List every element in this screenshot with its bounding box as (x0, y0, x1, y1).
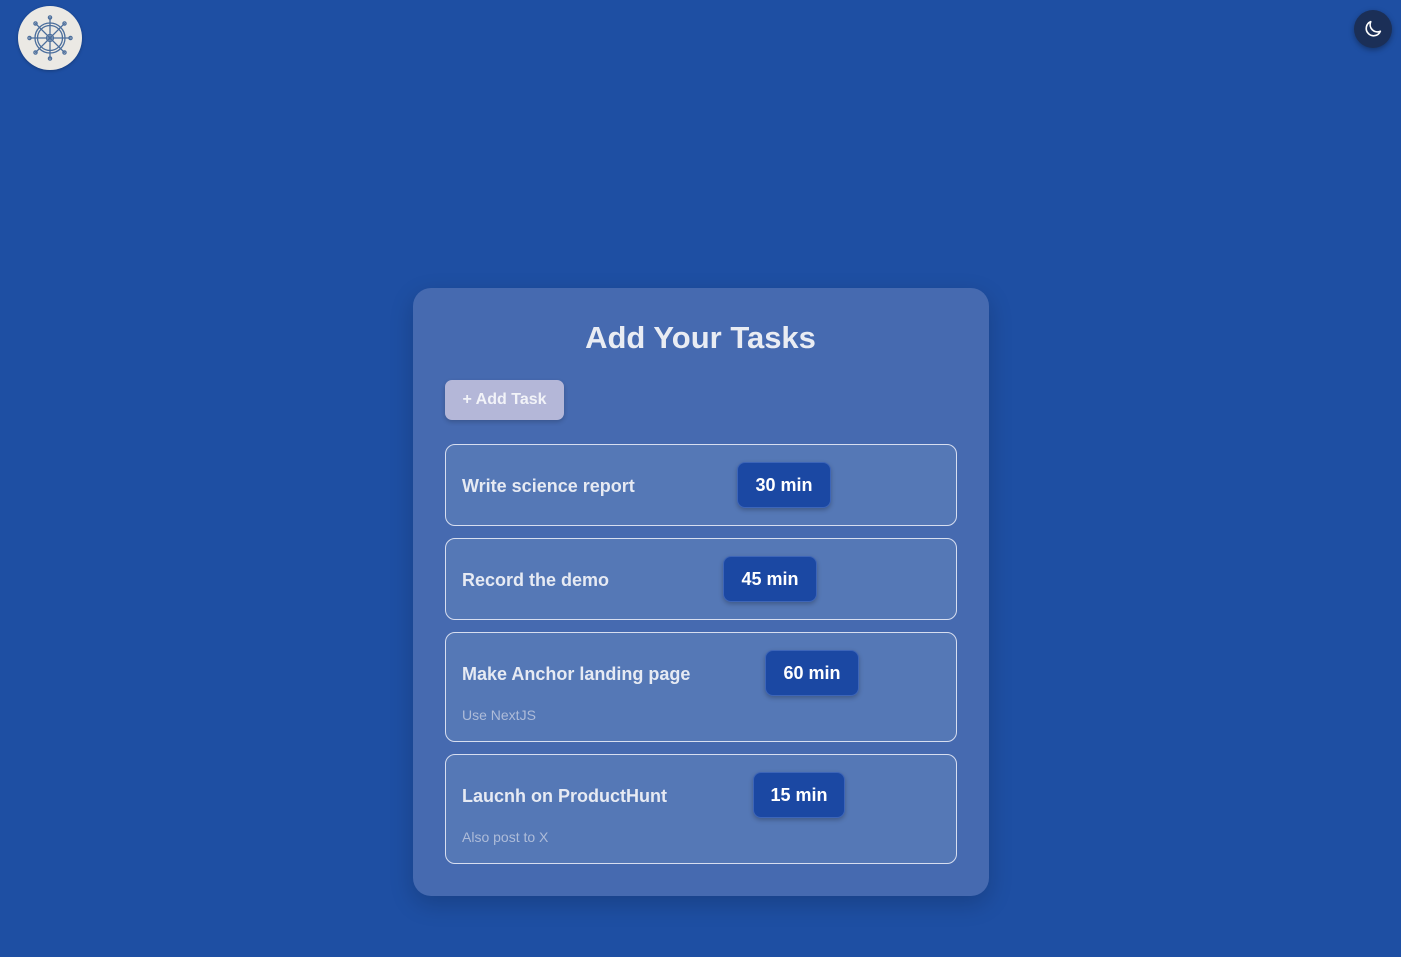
task-name: Record the demo (462, 570, 610, 590)
ship-wheel-icon (27, 15, 73, 61)
task-note: Also post to X (462, 829, 549, 845)
duration-badge[interactable]: 30 min (737, 462, 831, 508)
logo[interactable] (18, 6, 82, 70)
duration-badge[interactable]: 60 min (765, 650, 859, 696)
task-name: Make Anchor landing page (462, 664, 691, 684)
task-item[interactable]: Laucnh on ProductHunt 15 min Also post t… (445, 754, 957, 864)
moon-icon (1365, 20, 1382, 37)
task-name: Laucnh on ProductHunt (462, 786, 667, 806)
duration-badge[interactable]: 45 min (723, 556, 817, 602)
page-title: Add Your Tasks (585, 320, 816, 355)
task-name: Write science report (462, 476, 635, 496)
task-item[interactable]: Make Anchor landing page 60 min Use Next… (445, 632, 957, 742)
theme-toggle-button[interactable] (1354, 10, 1392, 48)
duration-badge[interactable]: 15 min (753, 772, 845, 818)
task-note: Use NextJS (462, 707, 536, 723)
add-task-button[interactable]: + Add Task (445, 380, 564, 420)
task-item[interactable]: Write science report 30 min (445, 444, 957, 526)
task-item[interactable]: Record the demo 45 min (445, 538, 957, 620)
